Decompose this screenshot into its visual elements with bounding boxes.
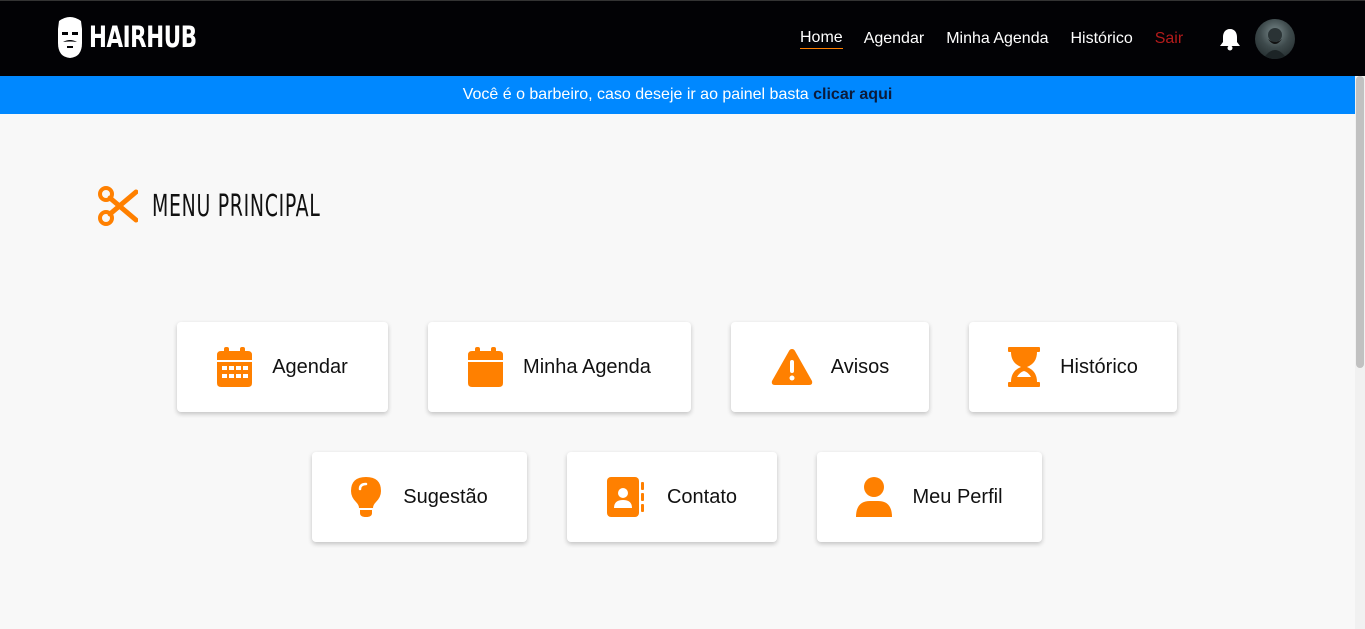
calendar-icon <box>468 347 504 387</box>
notifications-bell-icon[interactable] <box>1219 27 1241 56</box>
menu-card-meu-perfil[interactable]: Meu Perfil <box>817 452 1042 542</box>
lightbulb-icon <box>351 477 382 517</box>
scissors-icon <box>98 186 138 226</box>
card-label: Avisos <box>830 355 890 378</box>
nav-agendar[interactable]: Agendar <box>864 30 925 48</box>
brand-name: HAIRHUB <box>89 20 197 54</box>
card-label: Histórico <box>1060 355 1138 378</box>
top-navbar: HAIRHUB Home Agendar Minha Agenda Histór… <box>0 0 1365 76</box>
card-label: Agendar <box>272 355 348 378</box>
barber-notice-banner: Você é o barbeiro, caso deseje ir ao pai… <box>0 76 1355 114</box>
card-label: Sugestão <box>403 485 488 508</box>
scrollbar[interactable] <box>1355 76 1365 629</box>
page-header: MENU PRINCIPAL <box>98 186 393 226</box>
beard-logo-icon <box>58 17 82 58</box>
calendar-grid-icon <box>217 347 253 387</box>
warning-icon <box>771 348 813 386</box>
card-label: Meu Perfil <box>912 485 1003 508</box>
card-label: Contato <box>666 485 738 508</box>
hourglass-icon <box>1008 347 1041 387</box>
nav-minha-agenda[interactable]: Minha Agenda <box>946 30 1048 48</box>
nav-sair[interactable]: Sair <box>1155 30 1183 48</box>
banner-text: Você é o barbeiro, caso deseje ir ao pai… <box>462 86 814 103</box>
nav-historico[interactable]: Histórico <box>1071 30 1133 48</box>
menu-card-minha-agenda[interactable]: Minha Agenda <box>428 322 691 412</box>
barber-panel-link[interactable]: clicar aqui <box>813 86 892 103</box>
menu-card-historico[interactable]: Histórico <box>969 322 1177 412</box>
nav-home[interactable]: Home <box>800 29 843 49</box>
menu-card-avisos[interactable]: Avisos <box>731 322 929 412</box>
contact-book-icon <box>606 477 645 517</box>
menu-card-agendar[interactable]: Agendar <box>177 322 388 412</box>
scrollbar-thumb[interactable] <box>1356 76 1364 368</box>
menu-card-contato[interactable]: Contato <box>567 452 777 542</box>
card-label: Minha Agenda <box>523 355 651 378</box>
nav-links: Home Agendar Minha Agenda Histórico Sair <box>800 29 1183 49</box>
logo[interactable]: HAIRHUB <box>55 15 220 59</box>
page-title: MENU PRINCIPAL <box>152 188 321 224</box>
avatar[interactable] <box>1255 19 1295 59</box>
menu-card-sugestao[interactable]: Sugestão <box>312 452 527 542</box>
user-icon <box>856 477 893 517</box>
